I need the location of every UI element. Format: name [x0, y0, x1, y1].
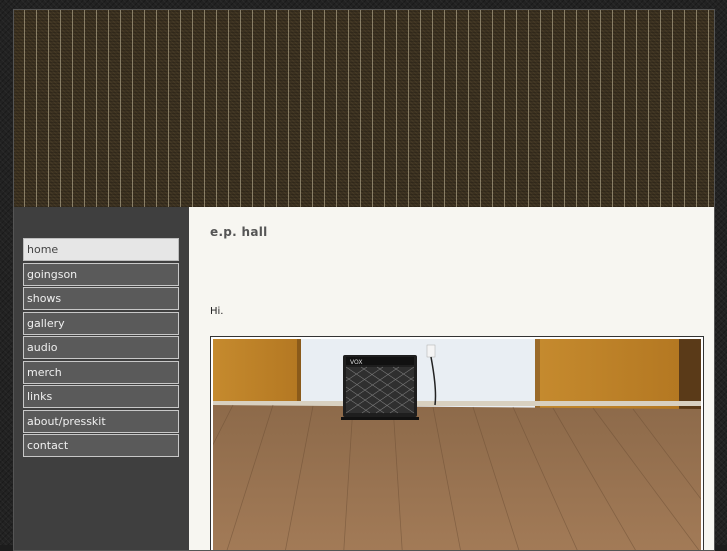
nav-item-goingson[interactable]: goingson: [23, 262, 179, 286]
nav-item-contact[interactable]: contact: [23, 434, 179, 457]
nav-item-merch[interactable]: merch: [23, 360, 179, 384]
header-banner: [14, 10, 714, 208]
nav-item-links[interactable]: links: [23, 385, 179, 408]
site-frame: home goingson shows gallery audio merch …: [13, 9, 715, 551]
nav-item-about-presskit[interactable]: about/presskit: [23, 409, 179, 433]
main-nav: home goingson shows gallery audio merch …: [23, 238, 180, 459]
amp-logo: VOX: [350, 359, 362, 366]
nav-item-shows[interactable]: shows: [23, 287, 179, 310]
nav-item-audio[interactable]: audio: [23, 336, 179, 359]
greeting-text: Hi.: [210, 306, 224, 317]
amp-photo: VOX: [210, 336, 704, 550]
nav-item-gallery[interactable]: gallery: [23, 311, 179, 335]
nav-item-home[interactable]: home: [23, 238, 179, 261]
sidebar: home goingson shows gallery audio merch …: [14, 207, 189, 550]
page-title: e.p. hall: [210, 225, 268, 239]
amp-photo-image: VOX: [213, 339, 701, 550]
main-content: e.p. hall Hi. VOX: [189, 207, 714, 550]
